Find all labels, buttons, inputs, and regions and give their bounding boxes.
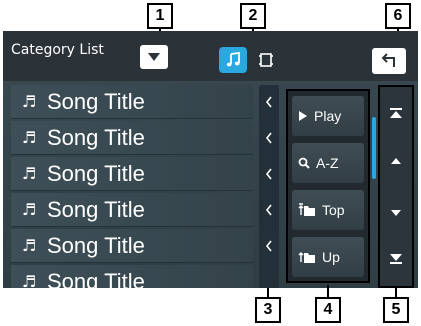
song-title: Song Title bbox=[47, 196, 145, 222]
a-z-search-button[interactable]: A-Z bbox=[292, 143, 364, 183]
list-item[interactable]: ♬ Song Title bbox=[11, 193, 253, 227]
callout-4: 4 bbox=[315, 297, 341, 323]
top-folder-button[interactable]: Top bbox=[292, 190, 364, 230]
callout-5: 5 bbox=[383, 297, 409, 323]
triangle-down-icon bbox=[148, 53, 160, 61]
chevron-left-icon[interactable] bbox=[259, 236, 279, 256]
song-list: ♬ Song Title ♬ Song Title ♬ Song Title ♬… bbox=[11, 85, 259, 288]
list-item[interactable]: ♬ Song Title bbox=[11, 85, 253, 119]
play-label: Play bbox=[314, 108, 342, 124]
play-icon bbox=[299, 111, 307, 121]
list-item[interactable]: ♬ Song Title bbox=[11, 121, 253, 155]
scroll-bottom-icon bbox=[390, 254, 402, 264]
scroll-position-indicator bbox=[372, 117, 376, 179]
up-folder-button[interactable]: Up bbox=[292, 237, 364, 277]
list-item[interactable]: ♬ Song Title bbox=[11, 229, 253, 263]
music-note-icon: ♬ bbox=[21, 200, 37, 219]
song-title: Song Title bbox=[47, 88, 145, 114]
song-title: Song Title bbox=[47, 160, 145, 186]
music-note-icon: ♬ bbox=[21, 92, 37, 111]
video-icon bbox=[259, 53, 273, 67]
list-item[interactable]: ♬ Song Title bbox=[11, 157, 253, 191]
play-button[interactable]: Play bbox=[292, 96, 364, 136]
scroll-up-icon bbox=[391, 158, 401, 164]
page-up-button[interactable] bbox=[382, 141, 410, 181]
page-down-button[interactable] bbox=[382, 193, 410, 233]
media-source-toggle bbox=[219, 45, 289, 75]
callout-2: 2 bbox=[240, 3, 266, 29]
top-label: Top bbox=[322, 202, 345, 218]
a-z-label: A-Z bbox=[316, 155, 339, 171]
music-note-icon: ♬ bbox=[21, 128, 37, 147]
folder-top-icon bbox=[298, 203, 315, 216]
callout-1: 1 bbox=[147, 3, 173, 29]
return-arrow-icon bbox=[381, 53, 395, 67]
music-note-icon: ♬ bbox=[21, 272, 37, 288]
music-note-icon: ♬ bbox=[21, 236, 37, 255]
song-title: Song Title bbox=[47, 124, 145, 150]
folder-up-icon bbox=[298, 252, 315, 263]
list-item[interactable]: ♬ Song Title bbox=[11, 265, 253, 288]
music-note-icon: ♬ bbox=[21, 164, 37, 183]
up-label: Up bbox=[322, 249, 340, 265]
song-title: Song Title bbox=[47, 232, 145, 258]
music-note-icon bbox=[226, 52, 240, 67]
category-list-screen: Category List ♬ Song Title ♬ Song Title … bbox=[3, 31, 418, 288]
scroll-down-icon bbox=[391, 210, 401, 216]
search-icon bbox=[298, 157, 310, 169]
action-panel: Play A-Z Top Up bbox=[286, 89, 370, 283]
page-title: Category List bbox=[11, 42, 104, 58]
chevron-left-icon[interactable] bbox=[259, 200, 279, 220]
scroll-top-icon bbox=[390, 108, 402, 118]
scroll-panel bbox=[378, 85, 414, 288]
item-detail-strip bbox=[259, 85, 279, 288]
chevron-left-icon[interactable] bbox=[259, 92, 279, 112]
callout-3: 3 bbox=[255, 297, 281, 323]
chevron-left-icon[interactable] bbox=[259, 128, 279, 148]
video-source-button[interactable] bbox=[253, 49, 279, 71]
category-dropdown-button[interactable] bbox=[140, 45, 168, 69]
scroll-to-top-button[interactable] bbox=[382, 93, 410, 133]
chevron-left-icon[interactable] bbox=[259, 164, 279, 184]
scroll-to-bottom-button[interactable] bbox=[382, 239, 410, 279]
header-bar: Category List bbox=[3, 31, 418, 81]
back-button[interactable] bbox=[372, 48, 406, 74]
music-source-button[interactable] bbox=[219, 47, 247, 73]
song-title: Song Title bbox=[47, 268, 145, 289]
callout-6: 6 bbox=[385, 3, 411, 29]
